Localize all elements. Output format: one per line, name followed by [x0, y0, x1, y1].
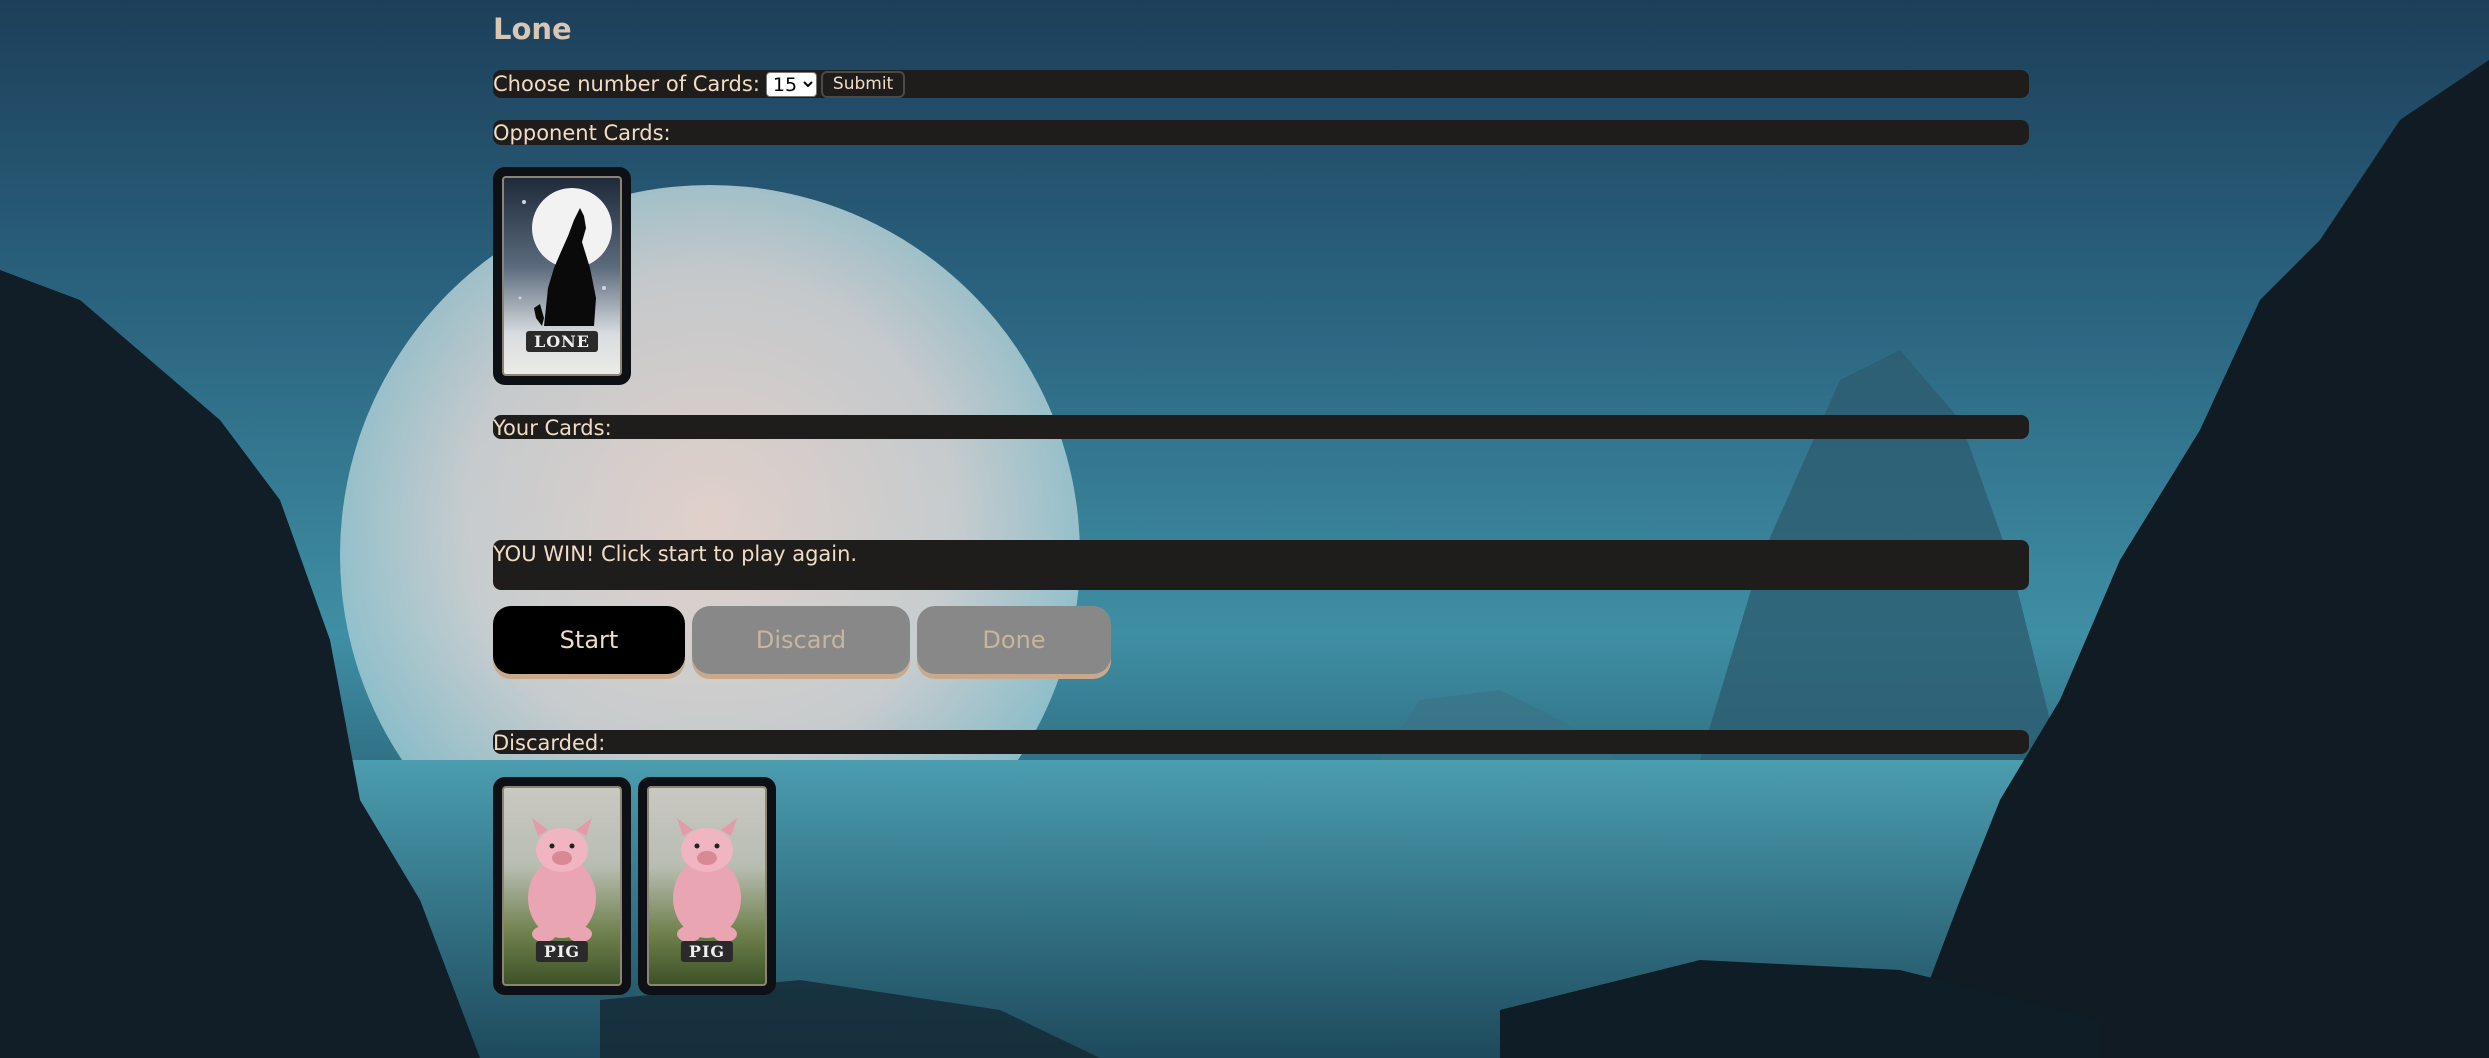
card-name-label: PIG	[535, 941, 589, 962]
opponent-cards-label: Opponent Cards:	[493, 121, 671, 145]
discarded-card[interactable]: PIG	[638, 777, 776, 995]
discard-button[interactable]: Discard	[692, 606, 910, 674]
card-face: PIG	[647, 786, 767, 986]
page-title: Lone	[493, 12, 572, 46]
card-count-select[interactable]: 15	[765, 71, 817, 97]
your-cards-bar: Your Cards:	[493, 415, 2029, 440]
card-name-label: LONE	[525, 331, 599, 352]
discarded-card[interactable]: PIG	[493, 777, 631, 995]
discarded-bar: Discarded:	[493, 730, 2029, 755]
card-count-row: Choose number of Cards: 15 Submit	[493, 70, 2029, 98]
status-message: YOU WIN! Click start to play again.	[493, 542, 858, 566]
background-scenery	[0, 60, 2489, 1058]
done-button[interactable]: Done	[917, 606, 1111, 674]
card-face: PIG	[502, 786, 622, 986]
choose-cards-label: Choose number of Cards:	[493, 72, 760, 96]
your-cards-label: Your Cards:	[493, 416, 612, 440]
opponent-cards-bar: Opponent Cards:	[493, 120, 2029, 145]
submit-button[interactable]: Submit	[820, 70, 906, 98]
start-button[interactable]: Start	[493, 606, 685, 674]
card-name-label: PIG	[680, 941, 734, 962]
status-message-bar: YOU WIN! Click start to play again.	[493, 540, 2029, 590]
discarded-label: Discarded:	[493, 731, 606, 755]
card-face: LONE	[502, 176, 622, 376]
opponent-card[interactable]: LONE	[493, 167, 631, 385]
